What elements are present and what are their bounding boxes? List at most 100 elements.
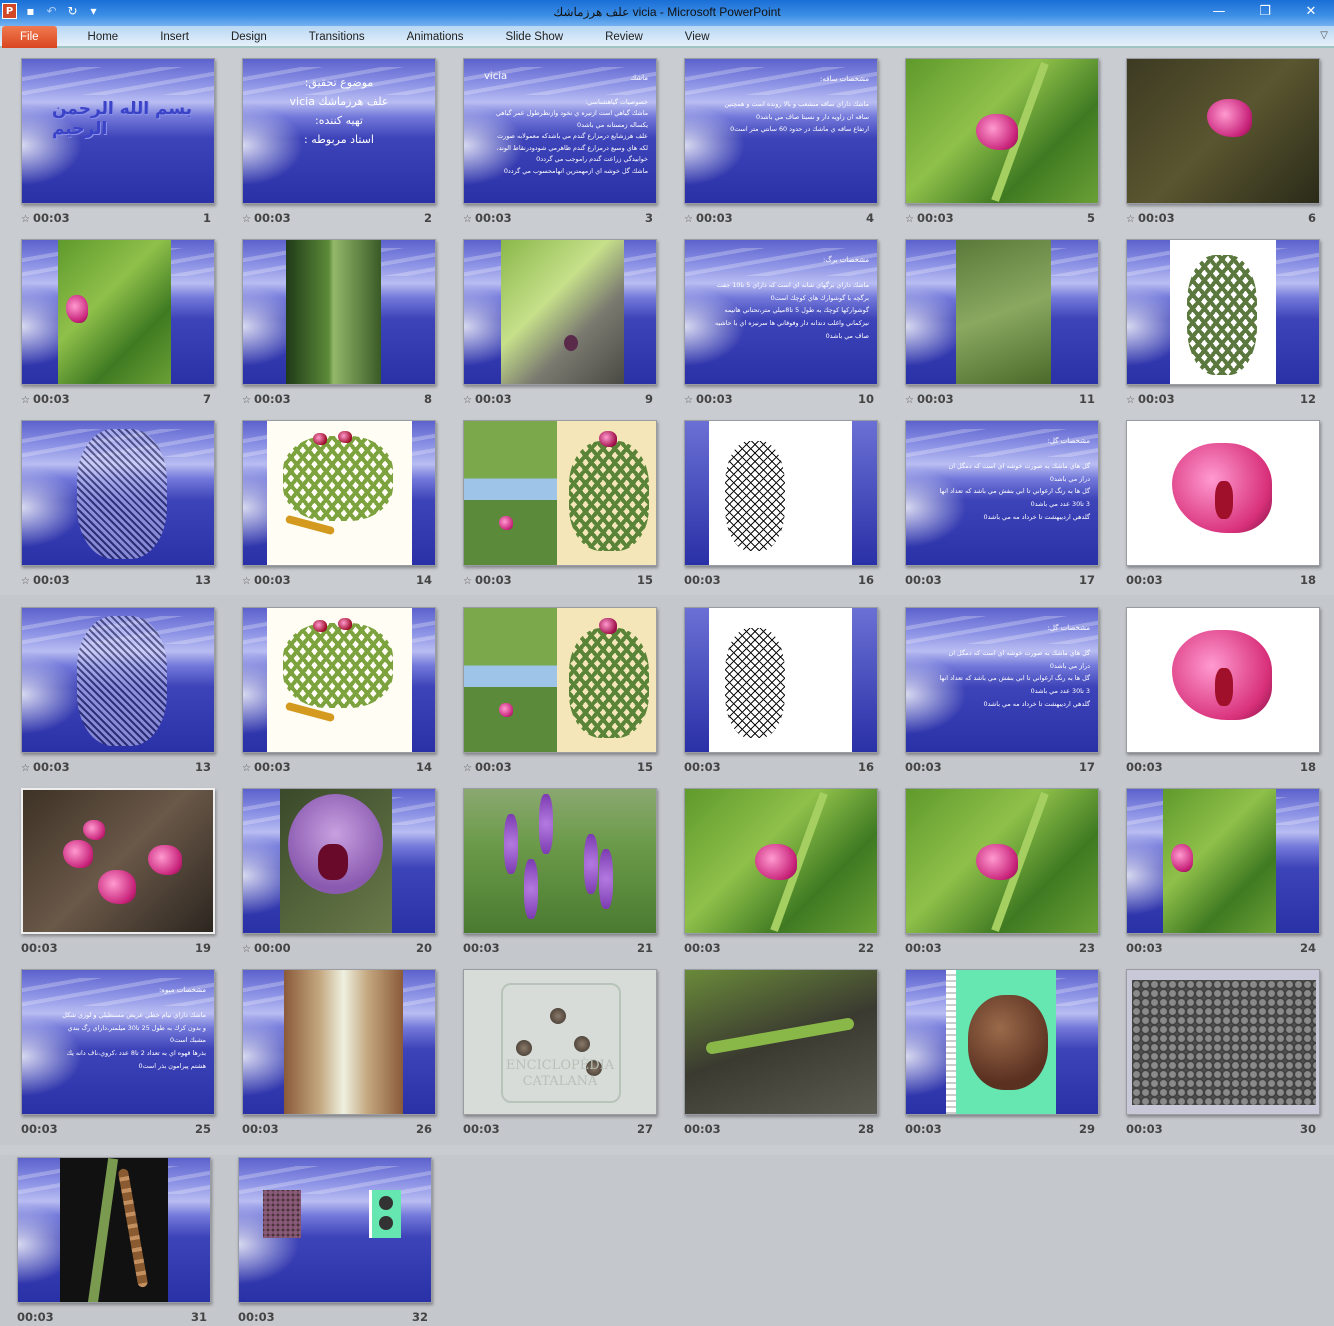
slide-title: مشخصات گل: [1047,624,1090,632]
slide-number: 30 [1299,1122,1316,1136]
animation-star-icon[interactable]: ☆ [21,395,30,406]
slide-thumbnail[interactable] [242,420,436,566]
text-line: لكه هاي وسيع درمزارع گندم ظاهرمي شودودرن… [496,143,648,152]
slide-thumbnail[interactable]: مشخصات ميوه: ماشك داراي نيام خطي عريض مست… [21,969,215,1115]
tab-animations[interactable]: Animations [386,26,485,48]
slide-timing: 00:03 [684,573,721,589]
slide-thumbnail[interactable] [1126,239,1320,385]
slide-thumbnail[interactable]: بسم الله الرحمن الرحيم [21,58,215,204]
restore-icon[interactable]: ❐ [1242,0,1288,26]
slide-thumbnail[interactable] [17,1157,211,1303]
tab-review[interactable]: Review [584,26,664,48]
tab-insert[interactable]: Insert [139,26,210,48]
tab-slide-show[interactable]: Slide Show [485,26,585,48]
slide-number: 17 [1078,573,1095,587]
leaf-illustration [283,623,393,708]
slide-thumbnail[interactable] [463,788,657,934]
slide-thumbnail[interactable] [238,1157,432,1303]
slide-thumbnail[interactable] [463,239,657,385]
slide-timing: 00:03 [1126,941,1163,957]
slide-thumbnail[interactable]: ماشك خصوصيات گياهشناسي: ماشك گياهي است ازت… [463,58,657,204]
tab-transitions[interactable]: Transitions [288,26,386,48]
slide-thumbnail[interactable] [242,969,436,1115]
slide-thumbnail[interactable] [905,58,1099,204]
slide-number: 1 [202,211,211,225]
slide-thumbnail[interactable] [684,420,878,566]
animation-star-icon[interactable]: ☆ [242,576,251,587]
text-line: گلدهي ارديبهشت تا خرداد مه مي باشد0 [983,699,1090,708]
animation-star-icon[interactable]: ☆ [242,944,251,955]
tab-view[interactable]: View [664,26,731,48]
slide-title-left: vicia [484,71,508,82]
slide-thumbnail[interactable] [1126,607,1320,753]
slide-timing: ☆ 00:03 [684,211,733,227]
animation-star-icon[interactable]: ☆ [463,395,472,406]
slide-thumbnail[interactable] [463,607,657,753]
slide-thumbnail[interactable] [242,607,436,753]
tab-home[interactable]: Home [67,26,140,48]
slide-timing: ☆ 00:03 [21,573,70,589]
slide-thumbnail[interactable] [242,239,436,385]
animation-star-icon[interactable]: ☆ [463,576,472,587]
animation-star-icon[interactable]: ☆ [21,763,30,774]
slide-thumbnail[interactable]: مشخصات گل: گل هاي ماشك به صورت خوشه اي اس… [905,420,1099,566]
animation-star-icon[interactable]: ☆ [21,576,30,587]
slide-number: 10 [857,392,874,406]
slide-timing: ☆ 00:03 [463,211,512,227]
slide-time: 00:03 [695,211,733,225]
expand-ribbon-icon[interactable]: ▽ [1320,30,1328,41]
animation-star-icon[interactable]: ☆ [463,214,472,225]
text-line: ماشك گل خوشه اي ازمهمترين انهامحسوب مي گ… [503,166,648,175]
slide-thumbnail[interactable] [242,788,436,934]
slide-thumbnail[interactable] [21,420,215,566]
close-icon[interactable]: ✕ [1288,0,1334,26]
animation-star-icon[interactable]: ☆ [463,763,472,774]
flower-bud [564,335,578,351]
animation-star-icon[interactable]: ☆ [684,395,693,406]
animation-star-icon[interactable]: ☆ [1126,214,1135,225]
animation-star-icon[interactable]: ☆ [242,763,251,774]
slide-time: 00:03 [474,211,512,225]
slide-thumbnail[interactable] [463,420,657,566]
slide-thumbnail[interactable] [21,788,215,934]
slide-thumbnail[interactable] [905,788,1099,934]
slide-thumbnail[interactable] [1126,969,1320,1115]
photo-image [956,240,1051,384]
slide-thumbnail[interactable] [21,239,215,385]
slide-time: 00:03 [32,760,70,774]
text-line: علف هرزماشك vicia [289,95,389,108]
slide-thumbnail[interactable]: ENCICLOPÈDIA CATALANA [463,969,657,1115]
animation-star-icon[interactable]: ☆ [242,395,251,406]
slide-thumbnail[interactable]: موضوع تحقيق: علف هرزماشك vicia تهيه كننده:… [242,58,436,204]
slide-timing: ☆ 00:03 [1126,392,1175,408]
seed-image [379,1196,393,1210]
slide-thumbnail[interactable]: مشخصات گل: گل هاي ماشك به صورت خوشه اي اس… [905,607,1099,753]
animation-star-icon[interactable]: ☆ [21,214,30,225]
animation-star-icon[interactable]: ☆ [1126,395,1135,406]
slide-thumbnail[interactable] [905,239,1099,385]
slide-number: 17 [1078,760,1095,774]
slide-thumbnail[interactable]: مشخصات برگ: ماشك داراي برگهاي شانه اي است… [684,239,878,385]
animation-star-icon[interactable]: ☆ [242,214,251,225]
animation-star-icon[interactable]: ☆ [905,214,914,225]
slide-number: 15 [636,573,653,587]
slide-thumbnail[interactable] [684,607,878,753]
slide-thumbnail[interactable] [1126,58,1320,204]
slide-thumbnail[interactable] [1126,420,1320,566]
slide-thumbnail[interactable] [684,788,878,934]
slide-thumbnail[interactable]: مشخصات ساقه: ماشك داراي ساقه منشعب و بالا… [684,58,878,204]
animation-star-icon[interactable]: ☆ [905,395,914,406]
animation-star-icon[interactable]: ☆ [684,214,693,225]
minimize-icon[interactable]: — [1196,0,1242,26]
slide-thumbnail[interactable] [684,969,878,1115]
sketch-plant-image [77,429,167,559]
slide-time: 00:03 [238,1310,275,1324]
slide-thumbnail[interactable] [1126,788,1320,934]
tab-design[interactable]: Design [210,26,288,48]
slide-thumbnail[interactable] [905,969,1099,1115]
slide-thumbnail[interactable] [21,607,215,753]
leaf-illustration [569,628,649,738]
slide-timing: ☆ 00:03 [242,573,291,589]
slide-timing: ☆ 00:03 [21,392,70,408]
tab-file[interactable]: File [2,26,57,48]
